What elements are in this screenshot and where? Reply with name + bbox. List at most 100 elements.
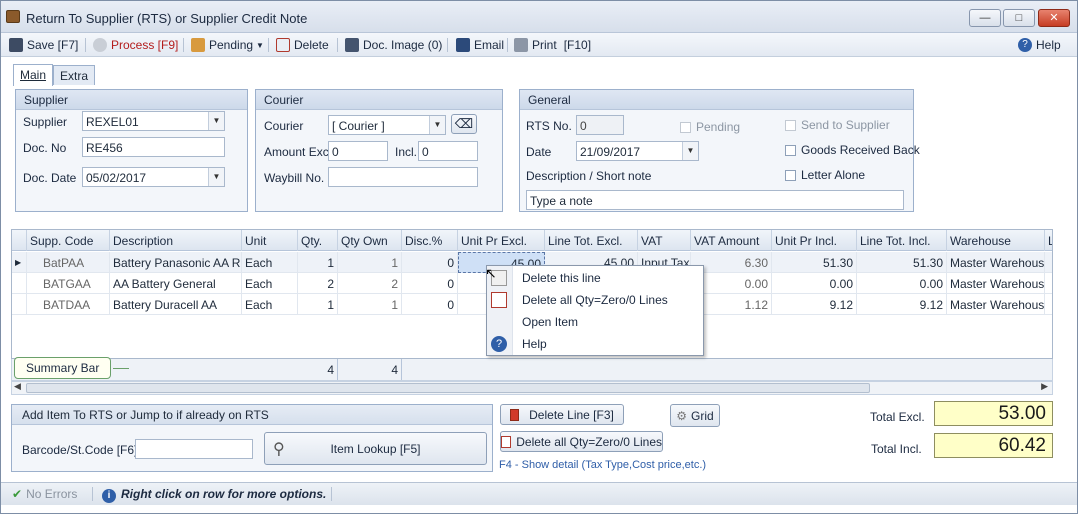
barcode-label: Barcode/St.Code [F6] [22, 443, 138, 457]
courier-label: Courier [264, 119, 304, 133]
description-label: Description / Short note [526, 169, 652, 183]
pending-icon [191, 38, 205, 52]
gear-icon [93, 38, 107, 52]
col-disc[interactable]: Disc.% [402, 230, 458, 251]
col-line-tot-incl[interactable]: Line Tot. Incl. [857, 230, 947, 251]
menu-item-delete-line[interactable]: Delete this line [487, 267, 703, 289]
process-button[interactable]: Process [F9] [93, 37, 178, 53]
scroll-thumb[interactable] [26, 383, 870, 393]
status-tip: i Right click on row for more options. [102, 487, 326, 503]
delete-zero-lines-button[interactable]: Delete all Qty=Zero/0 Lines [500, 431, 663, 452]
note-input[interactable]: Type a note [526, 190, 904, 210]
col-warehouse[interactable]: Warehouse [947, 230, 1045, 251]
pending-checkbox: Pending [680, 120, 740, 134]
status-bar: ✔ No Errors i Right click on row for more … [1, 482, 1077, 505]
col-vat-amount[interactable]: VAT Amount [691, 230, 772, 251]
print-button[interactable]: Print [F10] [514, 37, 591, 53]
info-icon: i [102, 489, 116, 503]
save-button[interactable]: Save [F7] [9, 37, 78, 53]
col-unit-pr-excl[interactable]: Unit Pr Excl. [458, 230, 545, 251]
supplier-label: Supplier [23, 115, 68, 129]
send-to-supplier-checkbox: Send to Supplier [785, 118, 890, 132]
amount-excl-label: Amount Excl. [264, 145, 335, 159]
menu-item-help[interactable]: ? Help [487, 333, 703, 355]
docno-input[interactable]: RE456 [82, 137, 225, 157]
chevron-down-icon: ▼ [256, 40, 264, 50]
window-title: Return To Supplier (RTS) or Supplier Cre… [26, 11, 308, 26]
general-group-header: General [520, 90, 913, 110]
courier-select[interactable]: [ Courier ] ▼ [328, 115, 446, 135]
total-incl-value: 60.42 [934, 433, 1053, 458]
amount-incl-input[interactable]: 0 [418, 141, 478, 161]
printer-icon [514, 38, 528, 52]
scroll-right-icon[interactable]: ▶ [1041, 381, 1048, 392]
summary-bar-callout: Summary Bar [14, 357, 112, 379]
scroll-left-icon[interactable]: ◀ [14, 381, 21, 392]
check-icon: ✔ [12, 487, 23, 501]
total-excl-label: Total Excl. [870, 410, 925, 424]
delete-button[interactable]: Delete [276, 37, 329, 53]
total-excl-value: 53.00 [934, 401, 1053, 426]
doc-image-button[interactable]: Doc. Image (0) [345, 37, 442, 53]
letter-alone-checkbox[interactable]: Letter Alone [785, 168, 865, 182]
rts-window: Return To Supplier (RTS) or Supplier Cre… [0, 0, 1078, 514]
waybill-label: Waybill No. [264, 171, 325, 185]
amount-incl-label: Incl. [395, 145, 418, 159]
general-group: General RTS No. 0 Pending Send to Suppli… [519, 89, 920, 212]
menu-item-delete-zero-lines[interactable]: Delete all Qty=Zero/0 Lines [487, 289, 703, 311]
save-icon [9, 38, 23, 52]
summary-qty-own: 4 [338, 359, 402, 380]
detail-hint: F4 - Show detail (Tax Type,Cost price,et… [499, 459, 707, 471]
status-errors: ✔ No Errors [12, 487, 78, 501]
horizontal-scrollbar[interactable]: ◀ ▶ [11, 381, 1053, 395]
docno-label: Doc. No [23, 141, 67, 155]
supplier-group: Supplier Supplier REXEL01 ▼ Doc. No RE45… [15, 89, 248, 212]
callout-line [113, 368, 129, 369]
app-icon [6, 10, 20, 23]
help-button[interactable]: ? Help [1018, 37, 1061, 53]
date-picker[interactable]: 21/09/2017 ▼ [576, 141, 699, 161]
magnifier-icon: ⚲ [273, 441, 285, 458]
courier-group: Courier Courier [ Courier ] ▼ ⌫ Amount E… [255, 89, 503, 212]
chevron-down-icon[interactable]: ▼ [208, 168, 224, 186]
email-button[interactable]: Email [456, 37, 504, 53]
date-label: Date [526, 145, 552, 159]
goods-received-back-checkbox[interactable]: Goods Received Back [785, 143, 920, 157]
total-incl-label: Total Incl. [871, 442, 922, 456]
backspace-icon: ⌫ [454, 116, 474, 131]
courier-group-header: Courier [256, 90, 502, 110]
item-lookup-button[interactable]: ⚲ Item Lookup [F5] [264, 432, 487, 465]
pending-button[interactable]: Pending ▼ [191, 37, 264, 53]
col-qty[interactable]: Qty. [298, 230, 338, 251]
col-description[interactable]: Description [110, 230, 242, 251]
maximize-button[interactable]: □ [1003, 9, 1035, 27]
col-unit-pr-incl[interactable]: Unit Pr Incl. [772, 230, 857, 251]
docdate-picker[interactable]: 05/02/2017 ▼ [82, 167, 225, 187]
chevron-down-icon[interactable]: ▼ [208, 112, 224, 130]
col-qty-own[interactable]: Qty Own [338, 230, 402, 251]
close-button[interactable]: ✕ [1038, 9, 1070, 27]
waybill-input[interactable] [328, 167, 478, 187]
menu-item-open-item[interactable]: Open Item [487, 311, 703, 333]
add-item-group: Add Item To RTS or Jump to if already on… [11, 404, 493, 472]
tab-main[interactable]: Main [13, 64, 54, 86]
grid-settings-button[interactable]: ⚙ Grid [670, 404, 720, 427]
tab-extra[interactable]: Extra [53, 65, 96, 85]
summary-qty: 4 [298, 359, 338, 380]
col-vat[interactable]: VAT [638, 230, 691, 251]
delete-line-button[interactable]: Delete Line [F3] [500, 404, 624, 425]
chevron-down-icon[interactable]: ▼ [682, 142, 698, 160]
minimize-button[interactable]: — [969, 9, 1001, 27]
barcode-input[interactable] [135, 439, 253, 459]
col-supp-code[interactable]: Supp. Code [27, 230, 110, 251]
toolbar: Save [F7] Process [F9] Pending ▼ Delete … [1, 33, 1077, 57]
col-line-tot-excl[interactable]: Line Tot. Excl. [545, 230, 638, 251]
col-l[interactable]: L [1045, 230, 1052, 251]
clear-courier-button[interactable]: ⌫ [451, 114, 477, 134]
col-unit[interactable]: Unit [242, 230, 298, 251]
chevron-down-icon[interactable]: ▼ [429, 116, 445, 134]
row-indicator-icon: ▶ [12, 252, 27, 273]
amount-excl-input[interactable]: 0 [328, 141, 388, 161]
supplier-select[interactable]: REXEL01 ▼ [82, 111, 225, 131]
scanner-icon [345, 38, 359, 52]
